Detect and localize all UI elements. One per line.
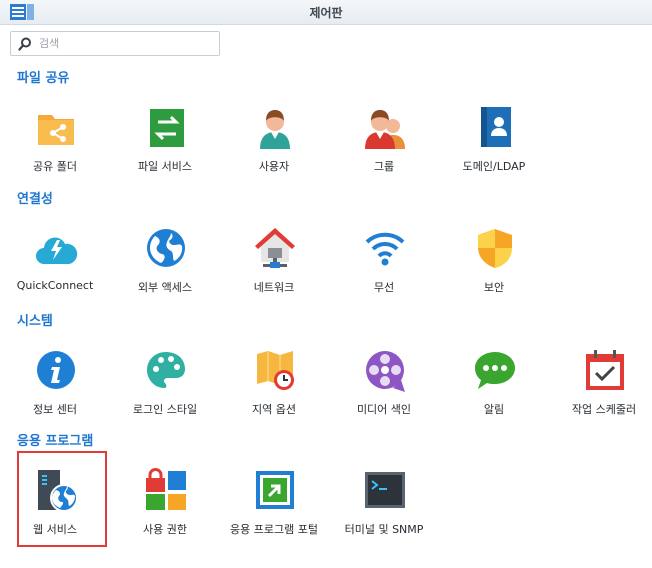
item-security[interactable]: 보안 <box>439 226 549 326</box>
terminal-snmp-icon <box>365 472 405 508</box>
domain-ldap-icon <box>481 107 511 147</box>
search-input[interactable] <box>39 34 215 53</box>
item-label: 알림 <box>483 403 505 416</box>
item-label: 정보 센터 <box>33 403 77 416</box>
item-wireless[interactable]: 무선 <box>329 226 439 326</box>
item-label: 네트워크 <box>253 281 295 294</box>
section-title: 연결성 <box>17 192 53 207</box>
item-label: 응용 프로그램 포털 <box>230 523 318 536</box>
item-label: 보안 <box>483 281 505 294</box>
search-box[interactable] <box>10 31 220 56</box>
item-user[interactable]: 사용자 <box>219 105 329 205</box>
web-services-icon <box>38 470 78 512</box>
item-label: 웹 서비스 <box>33 523 77 536</box>
item-login-style[interactable]: 로그인 스타일 <box>110 348 220 448</box>
item-terminal-snmp[interactable]: 터미널 및 SNMP <box>329 468 439 568</box>
item-label: 사용자 <box>258 160 290 173</box>
item-label: QuickConnect <box>16 279 94 292</box>
section-title: 파일 공유 <box>17 71 70 86</box>
title-bar: 제어판 <box>0 0 652 25</box>
item-label: 무선 <box>373 281 395 294</box>
shared-folder-icon <box>38 115 74 145</box>
item-privileges[interactable]: 사용 권한 <box>110 468 220 568</box>
item-label: 터미널 및 SNMP <box>344 523 424 536</box>
item-file-services[interactable]: 파일 서비스 <box>110 105 220 205</box>
window-title: 제어판 <box>309 6 343 20</box>
item-task-scheduler[interactable]: 작업 스케줄러 <box>549 348 652 448</box>
item-label: 외부 액세스 <box>137 281 193 294</box>
login-style-icon <box>147 352 185 388</box>
security-icon <box>478 229 512 268</box>
section-title: 시스템 <box>17 314 53 329</box>
item-label: 파일 서비스 <box>137 160 193 173</box>
item-web-services[interactable]: 웹 서비스 <box>0 468 110 568</box>
item-label: 공유 폴더 <box>33 160 77 173</box>
item-label: 작업 스케줄러 <box>571 403 637 416</box>
file-services-icon <box>150 109 184 147</box>
item-media-index[interactable]: 미디어 색인 <box>329 348 439 448</box>
external-access-icon <box>147 229 185 267</box>
item-domain-ldap[interactable]: 도메인/LDAP <box>439 105 549 205</box>
task-scheduler-icon <box>586 350 624 390</box>
item-label: 로그인 스타일 <box>132 403 198 416</box>
info-center-icon <box>37 351 75 389</box>
notification-icon <box>475 352 515 389</box>
network-icon <box>255 228 295 268</box>
application-portal-icon <box>256 471 294 509</box>
item-group[interactable]: 그룹 <box>329 105 439 205</box>
regional-options-icon <box>257 351 294 390</box>
item-notification[interactable]: 알림 <box>439 348 549 448</box>
item-regional-options[interactable]: 지역 옵션 <box>219 348 329 448</box>
wireless-icon <box>365 232 405 266</box>
item-label: 사용 권한 <box>143 523 187 536</box>
user-icon <box>260 110 290 149</box>
section-title: 응용 프로그램 <box>17 434 94 449</box>
item-external-access[interactable]: 외부 액세스 <box>110 226 220 326</box>
group-icon <box>365 110 405 149</box>
item-label: 그룹 <box>373 160 395 173</box>
item-network[interactable]: 네트워크 <box>219 226 329 326</box>
item-label: 도메인/LDAP <box>462 160 526 173</box>
media-index-icon <box>366 351 405 392</box>
quickconnect-icon <box>36 237 78 264</box>
item-application-portal[interactable]: 응용 프로그램 포털 <box>219 468 329 568</box>
privileges-icon <box>146 468 186 510</box>
search-icon <box>18 37 31 51</box>
item-label: 미디어 색인 <box>356 403 412 416</box>
item-label: 지역 옵션 <box>252 403 296 416</box>
